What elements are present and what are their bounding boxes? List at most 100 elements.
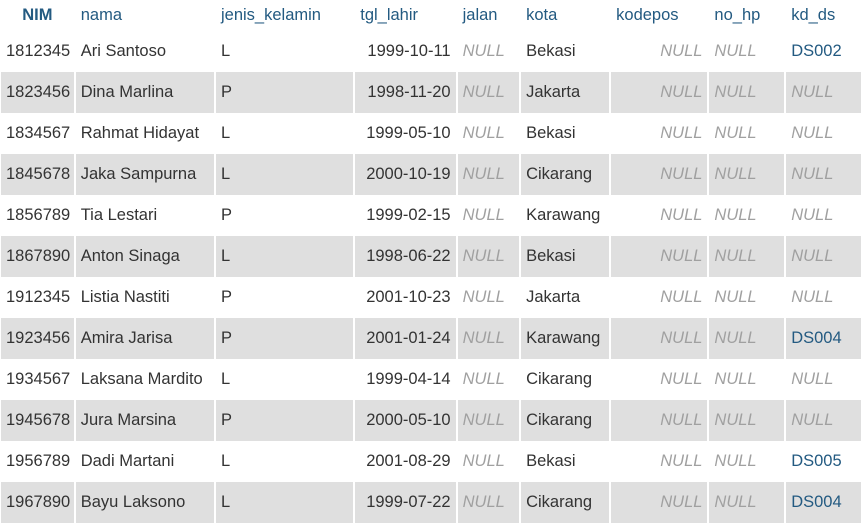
cell-jenis-kelamin[interactable]: L bbox=[215, 113, 354, 154]
cell-tgl-lahir[interactable]: 2001-01-24 bbox=[355, 318, 456, 359]
table-row[interactable]: 1845678 Jaka Sampurna L 2000-10-19 NULL Cikar… bbox=[1, 154, 861, 195]
cell-jenis-kelamin[interactable]: P bbox=[215, 318, 354, 359]
cell-tgl-lahir[interactable]: 2001-08-29 bbox=[355, 441, 456, 482]
cell-no-hp[interactable]: NULL bbox=[709, 359, 785, 400]
foreign-key-link[interactable]: DS002 bbox=[791, 42, 841, 60]
cell-no-hp[interactable]: NULL bbox=[709, 277, 785, 318]
cell-kd-ds[interactable]: NULL bbox=[786, 154, 861, 195]
cell-kota[interactable]: Bekasi bbox=[521, 441, 610, 482]
table-row[interactable]: 1812345 Ari Santoso L 1999-10-11 NULL Bekasi N… bbox=[1, 31, 861, 72]
cell-kodepos[interactable]: NULL bbox=[611, 195, 708, 236]
cell-nama[interactable]: Dina Marlina bbox=[75, 72, 214, 113]
cell-tgl-lahir[interactable]: 2000-10-19 bbox=[355, 154, 456, 195]
column-header-kd-ds[interactable]: kd_ds bbox=[786, 0, 861, 31]
column-header-jenis-kelamin[interactable]: jenis_kelamin bbox=[215, 0, 354, 31]
table-row[interactable]: 1967890 Bayu Laksono L 1999-07-22 NULL Cikara… bbox=[1, 482, 861, 523]
cell-kd-ds[interactable]: NULL bbox=[786, 277, 861, 318]
cell-kodepos[interactable]: NULL bbox=[611, 72, 708, 113]
cell-no-hp[interactable]: NULL bbox=[709, 113, 785, 154]
cell-kd-ds[interactable]: NULL bbox=[786, 113, 861, 154]
cell-jenis-kelamin[interactable]: P bbox=[215, 72, 354, 113]
column-header-tgl-lahir[interactable]: tgl_lahir bbox=[355, 0, 456, 31]
cell-kd-ds[interactable]: DS002 bbox=[786, 31, 861, 72]
cell-tgl-lahir[interactable]: 2000-05-10 bbox=[355, 400, 456, 441]
cell-kodepos[interactable]: NULL bbox=[611, 113, 708, 154]
cell-kodepos[interactable]: NULL bbox=[611, 31, 708, 72]
cell-kodepos[interactable]: NULL bbox=[611, 277, 708, 318]
cell-nama[interactable]: Amira Jarisa bbox=[75, 318, 214, 359]
cell-kd-ds[interactable]: DS004 bbox=[786, 318, 861, 359]
cell-kota[interactable]: Cikarang bbox=[521, 154, 610, 195]
cell-jenis-kelamin[interactable]: P bbox=[215, 277, 354, 318]
cell-no-hp[interactable]: NULL bbox=[709, 154, 785, 195]
cell-kota[interactable]: Jakarta bbox=[521, 72, 610, 113]
cell-jenis-kelamin[interactable]: L bbox=[215, 236, 354, 277]
cell-kd-ds[interactable]: NULL bbox=[786, 195, 861, 236]
cell-nim[interactable]: 1845678 bbox=[1, 154, 74, 195]
cell-kodepos[interactable]: NULL bbox=[611, 318, 708, 359]
cell-jalan[interactable]: NULL bbox=[457, 318, 520, 359]
cell-nama[interactable]: Ari Santoso bbox=[75, 31, 214, 72]
cell-nim[interactable]: 1912345 bbox=[1, 277, 74, 318]
table-row[interactable]: 1834567 Rahmat Hidayat L 1999-05-10 NULL Beka… bbox=[1, 113, 861, 154]
cell-kd-ds[interactable]: NULL bbox=[786, 359, 861, 400]
column-header-no-hp[interactable]: no_hp bbox=[709, 0, 785, 31]
cell-no-hp[interactable]: NULL bbox=[709, 400, 785, 441]
cell-kd-ds[interactable]: DS004 bbox=[786, 482, 861, 523]
cell-jenis-kelamin[interactable]: P bbox=[215, 195, 354, 236]
column-header-kodepos[interactable]: kodepos bbox=[611, 0, 708, 31]
cell-kd-ds[interactable]: DS005 bbox=[786, 441, 861, 482]
cell-nim[interactable]: 1856789 bbox=[1, 195, 74, 236]
cell-jalan[interactable]: NULL bbox=[457, 72, 520, 113]
cell-tgl-lahir[interactable]: 1998-11-20 bbox=[355, 72, 456, 113]
cell-no-hp[interactable]: NULL bbox=[709, 236, 785, 277]
table-row[interactable]: 1823456 Dina Marlina P 1998-11-20 NULL Jakart… bbox=[1, 72, 861, 113]
cell-kota[interactable]: Bekasi bbox=[521, 31, 610, 72]
cell-nim[interactable]: 1934567 bbox=[1, 359, 74, 400]
cell-jalan[interactable]: NULL bbox=[457, 113, 520, 154]
cell-nim[interactable]: 1823456 bbox=[1, 72, 74, 113]
cell-nama[interactable]: Bayu Laksono bbox=[75, 482, 214, 523]
cell-kodepos[interactable]: NULL bbox=[611, 482, 708, 523]
cell-jalan[interactable]: NULL bbox=[457, 400, 520, 441]
cell-nama[interactable]: Dadi Martani bbox=[75, 441, 214, 482]
cell-tgl-lahir[interactable]: 2001-10-23 bbox=[355, 277, 456, 318]
column-header-jalan[interactable]: jalan bbox=[457, 0, 520, 31]
cell-kodepos[interactable]: NULL bbox=[611, 400, 708, 441]
cell-tgl-lahir[interactable]: 1999-10-11 bbox=[355, 31, 456, 72]
cell-jenis-kelamin[interactable]: L bbox=[215, 482, 354, 523]
table-row[interactable]: 1934567 Laksana Mardito L 1999-04-14 NULL Cik… bbox=[1, 359, 861, 400]
cell-nim[interactable]: 1945678 bbox=[1, 400, 74, 441]
cell-jenis-kelamin[interactable]: L bbox=[215, 31, 354, 72]
cell-jalan[interactable]: NULL bbox=[457, 359, 520, 400]
cell-jalan[interactable]: NULL bbox=[457, 154, 520, 195]
cell-nama[interactable]: Anton Sinaga bbox=[75, 236, 214, 277]
cell-kota[interactable]: Jakarta bbox=[521, 277, 610, 318]
foreign-key-link[interactable]: DS004 bbox=[791, 329, 841, 347]
cell-jalan[interactable]: NULL bbox=[457, 441, 520, 482]
table-row[interactable]: 1912345 Listia Nastiti P 2001-10-23 NULL Jaka… bbox=[1, 277, 861, 318]
foreign-key-link[interactable]: DS005 bbox=[791, 452, 841, 470]
cell-tgl-lahir[interactable]: 1999-07-22 bbox=[355, 482, 456, 523]
column-header-nim[interactable]: NIM bbox=[1, 0, 74, 31]
cell-no-hp[interactable]: NULL bbox=[709, 72, 785, 113]
cell-tgl-lahir[interactable]: 1998-06-22 bbox=[355, 236, 456, 277]
cell-kodepos[interactable]: NULL bbox=[611, 236, 708, 277]
table-row[interactable]: 1956789 Dadi Martani L 2001-08-29 NULL Bekasi… bbox=[1, 441, 861, 482]
column-header-kota[interactable]: kota bbox=[521, 0, 610, 31]
cell-jenis-kelamin[interactable]: L bbox=[215, 359, 354, 400]
cell-kota[interactable]: Cikarang bbox=[521, 482, 610, 523]
cell-kota[interactable]: Cikarang bbox=[521, 400, 610, 441]
column-header-nama[interactable]: nama bbox=[75, 0, 214, 31]
cell-nama[interactable]: Jura Marsina bbox=[75, 400, 214, 441]
table-row[interactable]: 1867890 Anton Sinaga L 1998-06-22 NULL Bekasi… bbox=[1, 236, 861, 277]
cell-jenis-kelamin[interactable]: L bbox=[215, 154, 354, 195]
cell-jalan[interactable]: NULL bbox=[457, 195, 520, 236]
cell-nim[interactable]: 1834567 bbox=[1, 113, 74, 154]
cell-no-hp[interactable]: NULL bbox=[709, 441, 785, 482]
cell-jalan[interactable]: NULL bbox=[457, 236, 520, 277]
cell-jalan[interactable]: NULL bbox=[457, 482, 520, 523]
table-row[interactable]: 1945678 Jura Marsina P 2000-05-10 NULL Cikara… bbox=[1, 400, 861, 441]
cell-kota[interactable]: Karawang bbox=[521, 318, 610, 359]
cell-no-hp[interactable]: NULL bbox=[709, 482, 785, 523]
